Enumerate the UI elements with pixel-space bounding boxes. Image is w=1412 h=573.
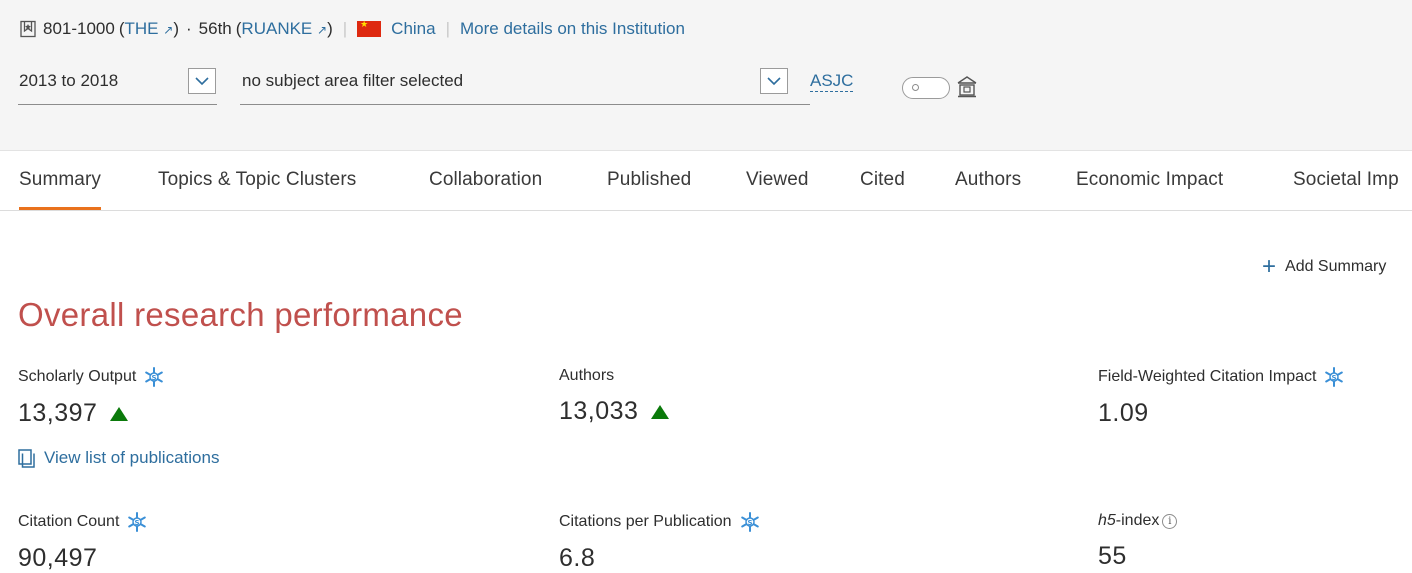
country-link[interactable]: China	[391, 19, 435, 39]
metric-fwci: Field-Weighted Citation Impact S 1.09	[1098, 367, 1344, 428]
metric-label: Scholarly Output	[18, 368, 137, 385]
metric-value: 13,033	[559, 397, 639, 425]
divider: |	[445, 19, 451, 38]
tab-viewed[interactable]: Viewed	[746, 169, 809, 191]
chevron-down-icon[interactable]	[760, 68, 788, 94]
metric-citations-per-publication: Citations per Publication S 6.8	[559, 512, 760, 573]
asjc-link[interactable]: ASJC	[810, 71, 854, 92]
metric-label: Field-Weighted Citation Impact	[1098, 368, 1317, 385]
metric-value: 1.09	[1098, 399, 1149, 427]
metric-value: 13,397	[18, 399, 98, 427]
page-title: Overall research performance	[18, 296, 463, 333]
metric-value: 90,497	[18, 544, 98, 572]
ruanke-rank: 56th	[198, 19, 232, 38]
info-icon[interactable]: i	[1162, 513, 1178, 529]
subject-area-select[interactable]: no subject area filter selected	[240, 62, 810, 105]
metric-label: Citations per Publication	[559, 513, 732, 530]
add-summary-label: Add Summary	[1285, 258, 1387, 275]
subject-area-value: no subject area filter selected	[242, 71, 464, 90]
metric-value: 6.8	[559, 544, 596, 572]
bookmark-icon[interactable]	[19, 20, 37, 38]
toggle-knob	[912, 84, 919, 91]
metric-h5-index: h5 -index i 55	[1098, 512, 1178, 571]
external-link-icon: ↗	[163, 23, 174, 37]
metric-label-italic: h5	[1098, 512, 1116, 529]
separator-dot: ·	[185, 19, 192, 38]
the-rank: 801-1000	[43, 19, 115, 38]
divider: |	[342, 19, 348, 38]
filter-bar: 801-1000 (THE ↗) · 56th (RUANKE ↗) | Chi…	[0, 0, 1412, 151]
publication-list-icon	[18, 448, 35, 468]
external-link-icon: ↗	[317, 23, 328, 37]
svg-text:S: S	[152, 374, 157, 382]
metric-label: Citation Count	[18, 513, 120, 530]
snowball-metric-icon[interactable]: S	[144, 367, 164, 387]
metric-label: -index	[1115, 512, 1160, 529]
snowball-metric-icon[interactable]: S	[127, 512, 147, 532]
tab-cited[interactable]: Cited	[860, 169, 905, 191]
metric-authors: Authors 13,033	[559, 367, 670, 426]
svg-text:S: S	[747, 519, 752, 527]
trend-up-icon	[651, 404, 670, 419]
year-range-select[interactable]: 2013 to 2018	[18, 62, 217, 105]
tab-economic-impact[interactable]: Economic Impact	[1076, 169, 1223, 191]
view-list-label: View list of publications	[44, 448, 220, 467]
metric-value: 55	[1098, 542, 1127, 570]
tab-authors[interactable]: Authors	[955, 169, 1021, 191]
the-ranking-link[interactable]: THE ↗	[125, 19, 174, 39]
year-range-value: 2013 to 2018	[19, 71, 119, 90]
tab-collaboration[interactable]: Collaboration	[429, 169, 542, 191]
ranking-line: 801-1000 (THE ↗) · 56th (RUANKE ↗) | Chi…	[19, 17, 685, 41]
plus-icon: +	[1262, 253, 1277, 280]
add-summary-button[interactable]: + Add Summary	[1262, 253, 1387, 280]
ruanke-ranking-link[interactable]: RUANKE ↗	[241, 19, 327, 39]
tab-bar: Summary Topics & Topic Clusters Collabor…	[0, 150, 1412, 211]
institution-toggle[interactable]	[902, 77, 950, 99]
svg-text:S: S	[1332, 374, 1337, 382]
view-list-publications-link[interactable]: View list of publications	[18, 448, 219, 468]
snowball-metric-icon[interactable]: S	[1324, 367, 1344, 387]
metric-label: Authors	[559, 367, 615, 384]
tab-published[interactable]: Published	[607, 169, 691, 191]
chevron-down-icon[interactable]	[188, 68, 216, 94]
institution-icon	[957, 76, 977, 98]
tab-topics[interactable]: Topics & Topic Clusters	[158, 169, 356, 191]
trend-up-icon	[110, 406, 129, 421]
metric-scholarly-output: Scholarly Output S 13,397	[18, 367, 164, 428]
metric-citation-count: Citation Count S 90,497	[18, 512, 147, 573]
snowball-metric-icon[interactable]: S	[740, 512, 760, 532]
more-details-link[interactable]: More details on this Institution	[460, 19, 685, 39]
tab-summary[interactable]: Summary	[19, 169, 101, 210]
tab-societal-impact[interactable]: Societal Imp	[1293, 169, 1399, 191]
china-flag-icon	[357, 19, 382, 37]
svg-text:S: S	[135, 519, 140, 527]
